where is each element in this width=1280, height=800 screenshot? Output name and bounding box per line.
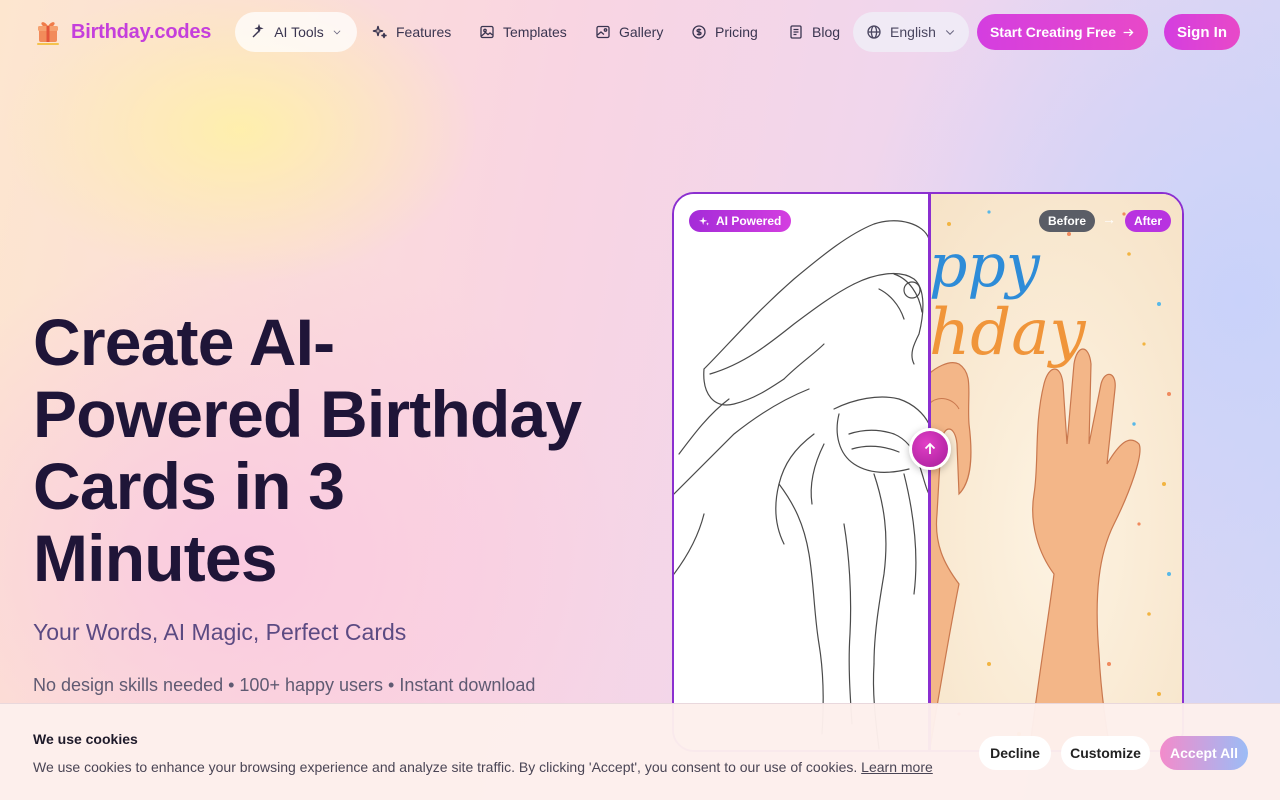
sparkles-icon [699,216,710,226]
nav-ai-tools[interactable]: AI Tools [235,12,357,52]
card-text-bottom: hday [929,296,1086,370]
nav-templates[interactable]: Templates [479,12,567,52]
gallery-icon [596,25,610,39]
image-icon [480,25,494,39]
customize-button[interactable]: Customize [1061,736,1150,770]
hero-title: Create AI- Powered Birthday Cards in 3 M… [33,306,653,594]
hero-subtitle: Your Words, AI Magic, Perfect Cards [33,619,407,645]
nav-features-label: Features [396,24,452,40]
nav-blog-label: Blog [812,24,841,40]
gift-icon [33,17,63,47]
brand-name: Birthday.codes [71,20,212,43]
hero-title-line: Cards in 3 [33,449,345,523]
learn-more-link[interactable]: Learn more [861,759,933,775]
start-creating-button[interactable]: Start Creating Free [977,14,1148,50]
after-badge: After [1125,210,1172,232]
top-navigation: Birthday.codes AI Tools Features Templat… [0,0,1280,64]
sparkles-icon [372,25,387,39]
chevron-down-icon [333,30,341,35]
nav-blog[interactable]: Blog [788,12,840,52]
hero-title-line: Minutes [33,521,278,595]
after-card-image: ppy hday [928,194,1182,750]
arrow-right-icon [1123,28,1134,36]
sign-in-label: Sign In [1177,23,1227,41]
accept-all-button[interactable]: Accept All [1160,736,1248,770]
ai-powered-label: AI Powered [716,214,782,228]
coin-icon [692,25,706,39]
decline-button[interactable]: Decline [979,736,1051,770]
comparison-divider[interactable] [928,194,931,750]
before-after-comparison[interactable]: ppy hday AI Powered Before → After [672,192,1184,752]
nav-pricing-label: Pricing [715,24,758,40]
brand-logo[interactable]: Birthday.codes [33,17,211,47]
document-icon [790,25,802,39]
nav-templates-label: Templates [503,24,567,40]
nav-gallery-label: Gallery [619,24,664,40]
chevron-down-icon [945,30,955,35]
arrow-right-icon: → [1102,211,1116,227]
hero-title-line: Powered Birthday [33,377,582,451]
cookie-text: We use cookies to enhance your browsing … [33,759,858,775]
hero-meta-text: No design skills needed • 100+ happy use… [33,675,536,695]
slider-handle[interactable] [909,428,951,470]
globe-icon [867,25,881,39]
nav-features[interactable]: Features [372,12,451,52]
language-label: English [890,24,936,40]
before-sketch-image [674,194,930,750]
magic-wand-icon [252,24,264,38]
ai-powered-badge: AI Powered [689,210,792,232]
card-text-top: ppy [929,231,1041,301]
nav-ai-tools-label: AI Tools [274,24,324,40]
before-badge: Before [1039,210,1096,232]
nav-gallery[interactable]: Gallery [595,12,663,52]
start-creating-label: Start Creating Free [989,24,1117,40]
language-selector[interactable]: English [853,12,969,52]
nav-pricing[interactable]: Pricing [691,12,758,52]
cookie-banner: We use cookies We use cookies to enhance… [0,703,1280,800]
sign-in-button[interactable]: Sign In [1164,14,1240,50]
hero-title-line: Create AI- [33,305,335,379]
arrow-up-icon [924,442,936,454]
cookie-title: We use cookies [33,731,138,747]
cookie-message: We use cookies to enhance your browsing … [33,759,933,775]
